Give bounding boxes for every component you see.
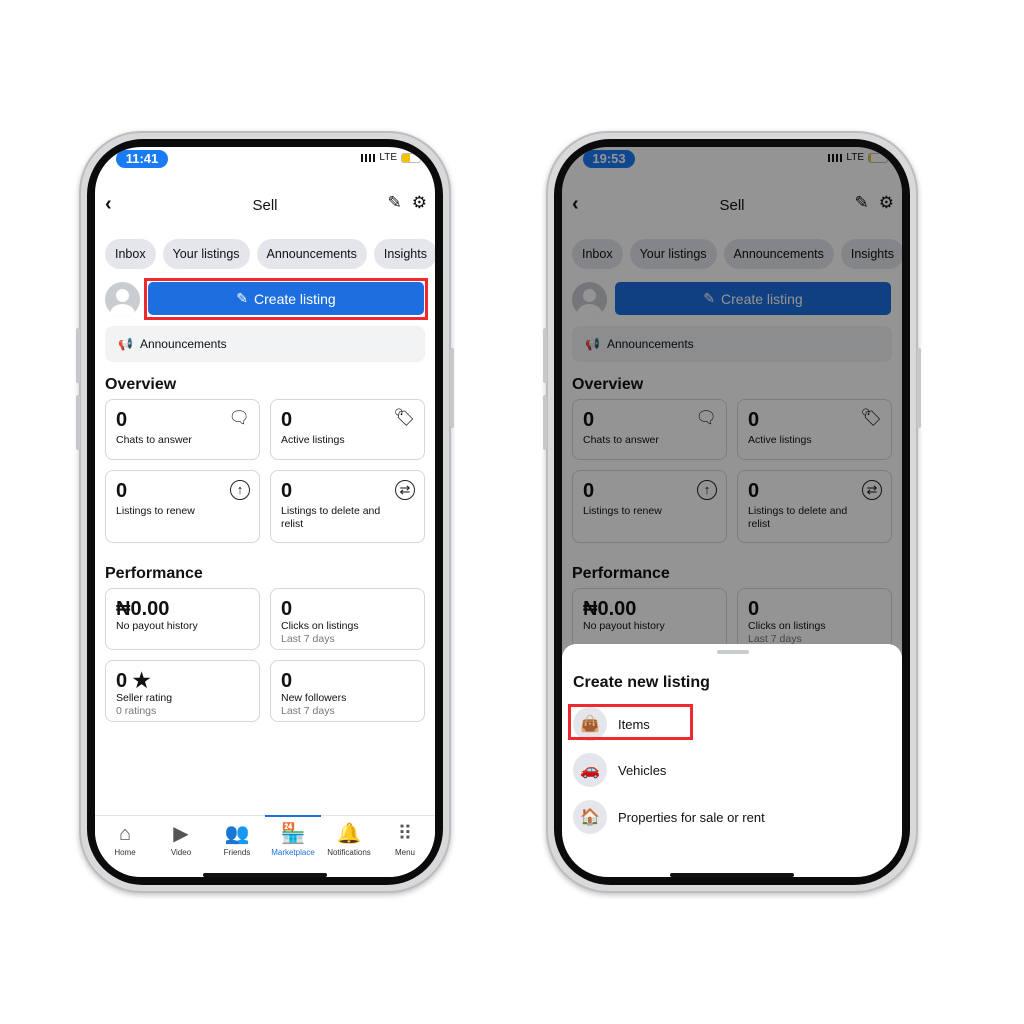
bottom-nav: ⌂ Home ▶ Video 👥 Friends 🏪 Marketplace 🔔 Noti… (95, 815, 435, 877)
nav-home[interactable]: ⌂ Home (97, 822, 153, 877)
nav-label: Friends (223, 848, 251, 857)
status-bar: 11:41 LTE (95, 147, 435, 173)
stat-sub: Last 7 days (281, 705, 335, 717)
stat-label: New followers (281, 692, 347, 704)
bag-icon: 👜 (573, 707, 607, 741)
tab-announcements[interactable]: Announcements (256, 239, 367, 269)
stat-card-chats[interactable]: 0 Chats to answer 🗨 (105, 399, 260, 460)
stat-label: Seller rating (116, 692, 173, 704)
nav-video[interactable]: ▶ Video (153, 822, 209, 877)
overview-heading: Overview (105, 376, 177, 393)
arrow-up-circle-icon: ↑ (230, 480, 250, 500)
option-items[interactable]: 👜 Items (573, 707, 650, 741)
phone-left: 11:41 LTE ‹ Sell ✎ ⚙ Inbox Your listings… (76, 131, 454, 893)
home-icon: ⌂ (118, 823, 132, 845)
bell-icon: 🔔 (336, 823, 362, 845)
stat-label: Clicks on listings (281, 620, 359, 632)
swap-circle-icon: ⇄ (395, 480, 415, 500)
page-title: Sell (252, 197, 278, 214)
stat-value: 0 (281, 598, 293, 620)
stat-sub: 0 ratings (116, 705, 157, 717)
power-button (917, 348, 921, 428)
stat-card-clicks[interactable]: 0 Clicks on listings Last 7 days (270, 588, 425, 650)
avatar[interactable] (105, 282, 140, 317)
stat-value: 0 ★ (116, 670, 151, 692)
tab-insights[interactable]: Insights (373, 239, 435, 269)
nav-label: Notifications (327, 848, 371, 857)
stat-value: ₦0.00 (116, 598, 170, 620)
performance-heading: Performance (105, 565, 203, 582)
home-indicator (670, 873, 794, 877)
announcements-label: Announcements (139, 337, 227, 351)
status-time: 11:41 (116, 150, 168, 168)
screen: 19:53 LTE ‹ Sell ✎ ⚙ Inbox Your listings… (562, 147, 902, 877)
volume-down-button (76, 395, 80, 450)
stat-card-seller-rating[interactable]: 0 ★ Seller rating 0 ratings (105, 660, 260, 722)
network-label: LTE (379, 152, 397, 163)
create-listing-button[interactable]: ✎ Create listing (148, 282, 424, 315)
tab-your-listings[interactable]: Your listings (162, 239, 250, 269)
create-listing-sheet: Create new listing 👜 Items 🚗 Vehicles 🏠 … (562, 644, 902, 877)
tag-icon: 🏷 (393, 408, 415, 427)
volume-up-button (76, 328, 80, 383)
stat-label: No payout history (116, 620, 198, 632)
stat-card-delete-relist[interactable]: 0 Listings to delete and relist ⇄ (270, 470, 425, 543)
volume-up-button (543, 328, 547, 383)
nav-menu[interactable]: ⠿ Menu (377, 822, 433, 877)
header: ‹ Sell ✎ ⚙ (95, 191, 435, 221)
option-label: Items (618, 716, 650, 732)
stat-label: Listings to renew (116, 505, 195, 517)
option-properties[interactable]: 🏠 Properties for sale or rent (573, 800, 765, 834)
nav-label: Home (114, 848, 136, 857)
house-icon: 🏠 (573, 800, 607, 834)
stat-card-followers[interactable]: 0 New followers Last 7 days (270, 660, 425, 722)
phone-right: 19:53 LTE ‹ Sell ✎ ⚙ Inbox Your listings… (543, 131, 921, 893)
nav-label: Menu (394, 848, 415, 857)
tab-bar: Inbox Your listings Announcements Insigh… (105, 239, 435, 269)
home-indicator (203, 873, 327, 877)
gear-icon[interactable]: ⚙ (412, 193, 427, 213)
car-icon: 🚗 (573, 753, 607, 787)
nav-notifications[interactable]: 🔔 Notifications (321, 822, 377, 877)
drag-handle[interactable] (717, 650, 749, 654)
stat-card-renew[interactable]: 0 Listings to renew ↑ (105, 470, 260, 543)
nav-label: Video (170, 848, 192, 857)
nav-friends[interactable]: 👥 Friends (209, 822, 265, 877)
stat-label: Active listings (281, 434, 345, 446)
menu-grid-icon: ⠿ (397, 823, 413, 845)
nav-marketplace[interactable]: 🏪 Marketplace (265, 815, 321, 877)
stat-label: Chats to answer (116, 434, 192, 446)
tab-inbox[interactable]: Inbox (105, 239, 156, 269)
power-button (450, 348, 454, 428)
video-icon: ▶ (173, 823, 189, 845)
megaphone-icon: 📢 (118, 337, 133, 351)
screen: 11:41 LTE ‹ Sell ✎ ⚙ Inbox Your listings… (95, 147, 435, 877)
stat-card-active-listings[interactable]: 0 Active listings 🏷 (270, 399, 425, 460)
battery-icon (401, 152, 421, 163)
option-label: Vehicles (618, 762, 667, 778)
option-label: Properties for sale or rent (618, 809, 765, 825)
friends-icon: 👥 (224, 823, 250, 845)
nav-label: Marketplace (271, 848, 315, 857)
signal-icon (361, 153, 376, 162)
marketplace-icon: 🏪 (280, 823, 306, 845)
create-listing-label: Create listing (254, 290, 336, 307)
stat-card-payout[interactable]: ₦0.00 No payout history (105, 588, 260, 650)
stat-sub: Last 7 days (281, 633, 335, 645)
option-vehicles[interactable]: 🚗 Vehicles (573, 753, 666, 787)
announcements-row[interactable]: 📢 Announcements (105, 326, 425, 362)
volume-down-button (543, 395, 547, 450)
stat-value: 0 (281, 670, 293, 692)
edit-icon[interactable]: ✎ (388, 193, 402, 213)
edit-icon: ✎ (236, 290, 249, 306)
sheet-title: Create new listing (573, 674, 710, 691)
stat-label: Listings to delete and relist (281, 505, 381, 530)
chat-bubbles-icon: 🗨 (228, 408, 250, 427)
